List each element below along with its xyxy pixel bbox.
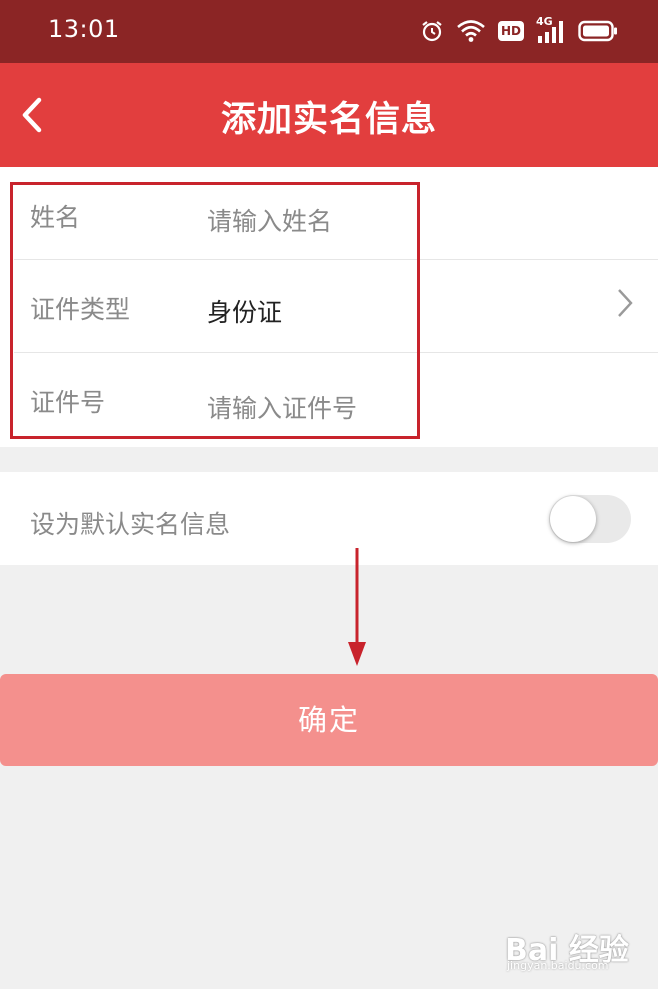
id-type-row[interactable]: 证件类型 身份证 xyxy=(0,260,658,353)
wifi-icon xyxy=(457,20,485,42)
annotation-arrow-icon xyxy=(348,548,366,666)
nav-bar: 添加实名信息 xyxy=(0,63,658,167)
id-type-label: 证件类型 xyxy=(30,295,131,324)
confirm-button[interactable]: 确定 xyxy=(0,674,658,766)
default-setting-row: 设为默认实名信息 xyxy=(0,472,658,565)
status-bar: 13:01 HD 4G xyxy=(0,0,658,63)
default-toggle[interactable] xyxy=(549,495,631,543)
battery-icon xyxy=(578,20,617,42)
id-number-row[interactable]: 证件号 请输入证件号 xyxy=(0,353,658,446)
alarm-icon xyxy=(422,21,442,42)
name-label: 姓名 xyxy=(30,203,81,232)
id-number-label: 证件号 xyxy=(30,388,106,417)
toggle-knob xyxy=(550,496,596,542)
watermark-url: jingyan.baidu.com xyxy=(507,959,609,972)
chevron-right-icon[interactable] xyxy=(616,286,634,320)
signal-4g-icon: 4G xyxy=(536,15,566,44)
name-input[interactable]: 请输入姓名 xyxy=(207,202,332,238)
name-row[interactable]: 姓名 请输入姓名 xyxy=(0,167,658,260)
page-title: 添加实名信息 xyxy=(220,100,437,140)
real-name-form: 姓名 请输入姓名 证件类型 身份证 证件号 请输入证件号 xyxy=(0,167,658,447)
id-number-input[interactable]: 请输入证件号 xyxy=(207,389,357,425)
status-icons: HD 4G xyxy=(420,15,618,46)
id-type-select[interactable]: 身份证 xyxy=(207,293,282,329)
hd-icon: HD xyxy=(497,21,524,41)
status-time: 13:01 xyxy=(48,15,120,43)
default-setting-label: 设为默认实名信息 xyxy=(30,510,231,539)
baidu-jingyan-watermark: Bai 经验 jingyan.baidu.com xyxy=(505,915,635,975)
